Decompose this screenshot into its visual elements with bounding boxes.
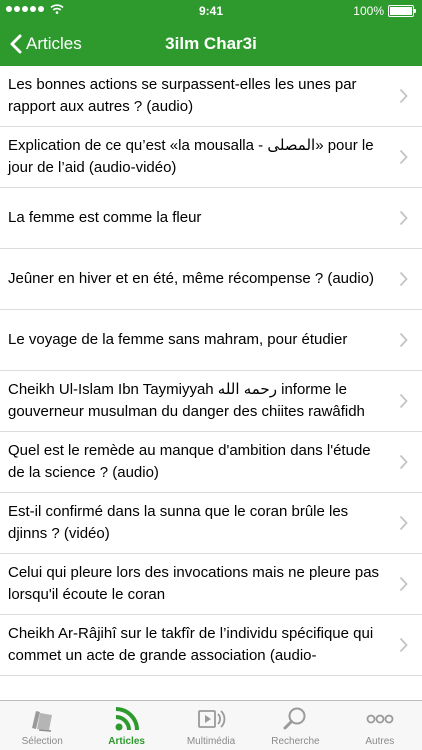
tab-selection[interactable]: Sélection: [0, 701, 84, 750]
chevron-right-icon: [399, 576, 408, 592]
article-row[interactable]: Explication de ce qu’est «la mousalla - …: [0, 127, 422, 188]
tab-label: Multimédia: [186, 736, 236, 747]
article-title: Est-il confirmé dans la sunna que le cor…: [8, 503, 349, 542]
article-row[interactable]: Celui qui pleure lors des invocations ma…: [0, 554, 422, 615]
article-title: Quel est le remède au manque d'ambition …: [8, 442, 371, 481]
article-row[interactable]: Le voyage de la femme sans mahram, pour …: [0, 310, 422, 371]
article-row[interactable]: Les bonnes actions se surpassent-elles l…: [0, 66, 422, 127]
article-title: La femme est comme la fleur: [8, 209, 202, 226]
status-bar: 9:41 100%: [0, 0, 422, 22]
article-list: Les bonnes actions se surpassent-elles l…: [0, 66, 422, 700]
article-row[interactable]: Quel est le remède au manque d'ambition …: [0, 432, 422, 493]
chevron-right-icon: [399, 332, 408, 348]
chevron-left-icon: [10, 34, 22, 54]
more-icon: [366, 714, 394, 724]
tab-bar: Sélection Articles Multimédia Recherche: [0, 700, 422, 750]
tab-multimedia[interactable]: Multimédia: [169, 701, 253, 750]
magnifier-icon: [283, 707, 306, 730]
back-button[interactable]: Articles: [10, 22, 82, 66]
article-title: Cheikh Ul-Islam Ibn Taymiyyah رحمه الله …: [8, 381, 365, 420]
chevron-right-icon: [399, 454, 408, 470]
chevron-right-icon: [399, 515, 408, 531]
article-title: Le voyage de la femme sans mahram, pour …: [8, 331, 348, 348]
chevron-right-icon: [399, 637, 408, 653]
battery-percentage: 100%: [353, 4, 384, 18]
article-title: Jeûner en hiver et en été, même récompen…: [8, 270, 375, 287]
books-icon: [32, 711, 53, 732]
back-button-label: Articles: [26, 34, 82, 53]
article-row[interactable]: La femme est comme la fleur: [0, 188, 422, 249]
status-right: 100%: [353, 4, 416, 18]
chevron-right-icon: [399, 210, 408, 226]
battery-icon: [388, 5, 416, 17]
chevron-right-icon: [399, 149, 408, 165]
tab-label: Autres: [365, 736, 395, 747]
tab-articles[interactable]: Articles: [84, 701, 168, 750]
navigation-bar: Articles 3ilm Char3i: [0, 22, 422, 66]
chevron-right-icon: [399, 88, 408, 104]
article-row[interactable]: Cheikh Ul-Islam Ibn Taymiyyah رحمه الله …: [0, 371, 422, 432]
chevron-right-icon: [399, 393, 408, 409]
tab-label: Articles: [108, 736, 145, 747]
article-row[interactable]: Jeûner en hiver et en été, même récompen…: [0, 249, 422, 310]
chevron-right-icon: [399, 271, 408, 287]
article-title: Explication de ce qu’est «la mousalla - …: [8, 137, 374, 176]
article-title: Celui qui pleure lors des invocations ma…: [8, 564, 380, 603]
tab-label: Recherche: [271, 736, 320, 747]
tab-label: Sélection: [21, 736, 63, 747]
tab-recherche[interactable]: Recherche: [253, 701, 337, 750]
article-title: Cheikh Ar-Râjihî sur le takfîr de l’indi…: [8, 625, 374, 664]
article-title: Les bonnes actions se surpassent-elles l…: [8, 76, 357, 115]
article-row[interactable]: Est-il confirmé dans la sunna que le cor…: [0, 493, 422, 554]
rss-icon: [115, 707, 139, 731]
article-row[interactable]: Cheikh Ar-Râjihî sur le takfîr de l’indi…: [0, 615, 422, 676]
film-audio-icon: [198, 710, 226, 728]
tab-autres[interactable]: Autres: [338, 701, 422, 750]
